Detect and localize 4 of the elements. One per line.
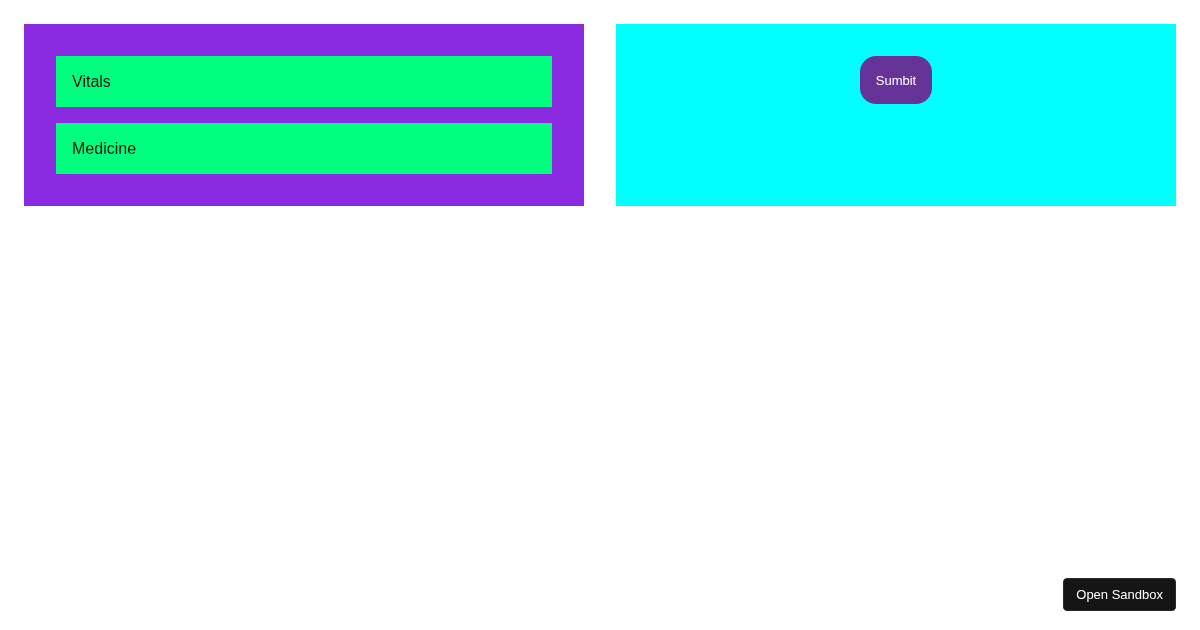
menu-item[interactable]: Vitals bbox=[56, 56, 552, 107]
open-sandbox-button[interactable]: Open Sandbox bbox=[1063, 578, 1176, 611]
menu-item[interactable]: Medicine bbox=[56, 123, 552, 174]
submit-button[interactable]: Sumbit bbox=[859, 56, 933, 104]
